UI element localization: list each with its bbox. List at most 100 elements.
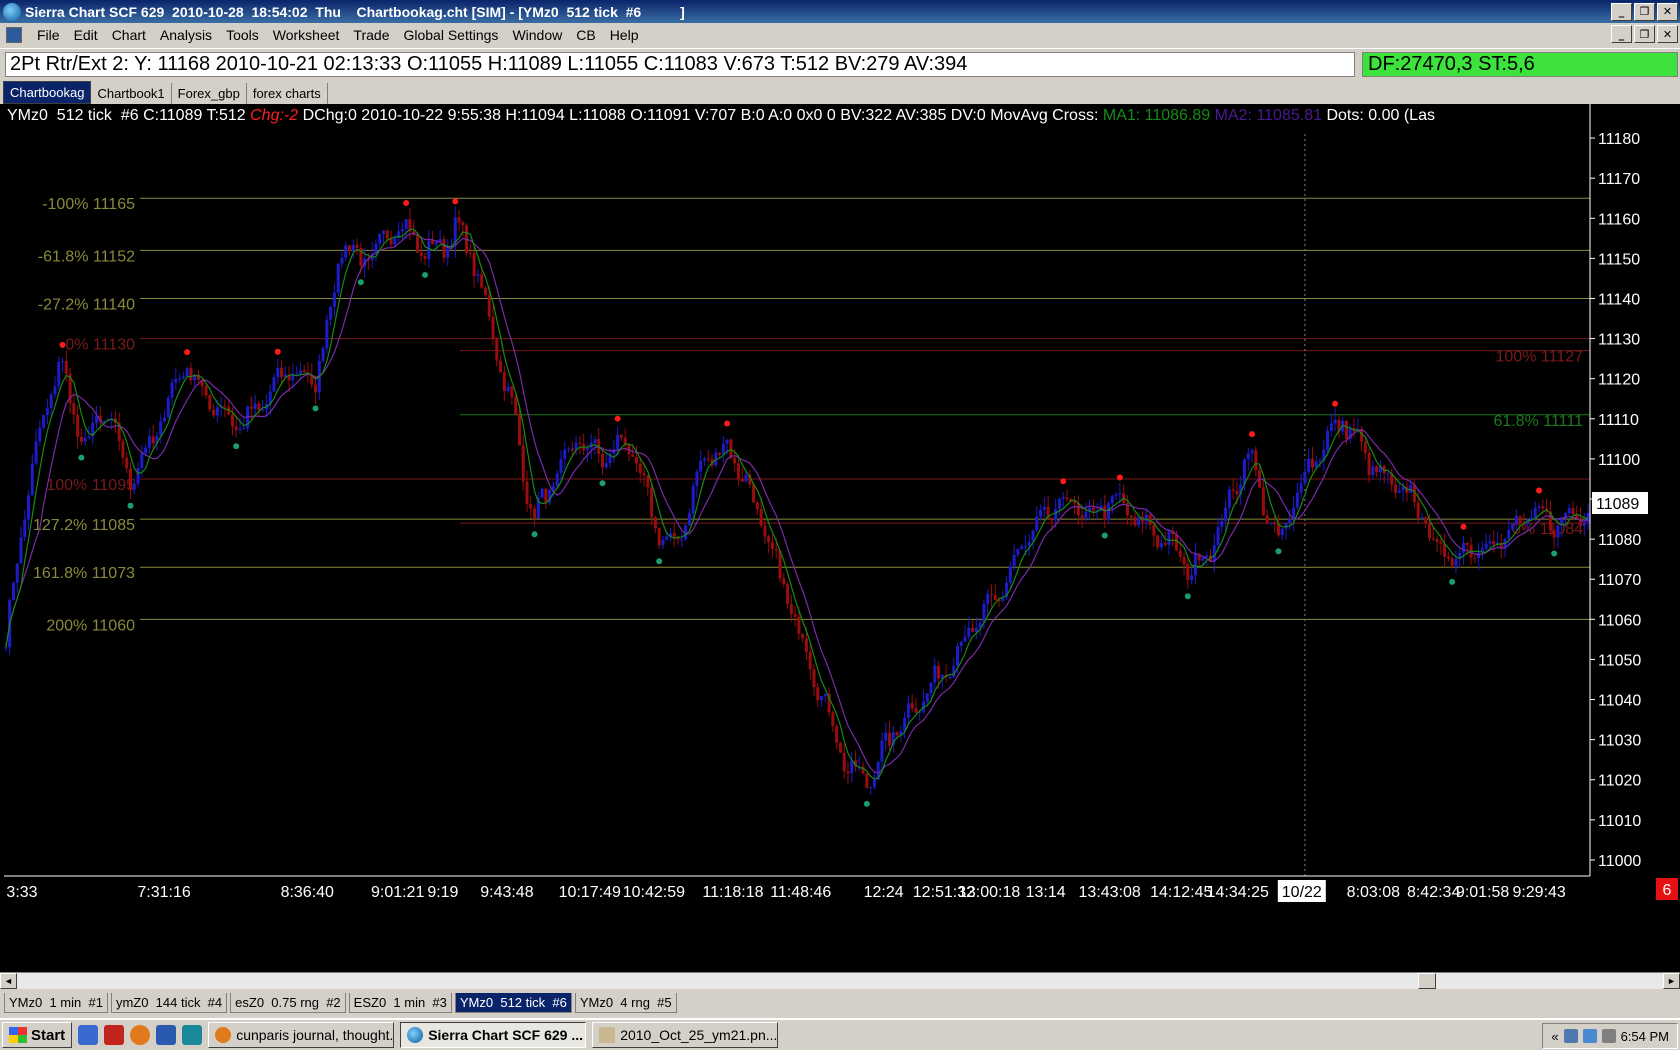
scroll-thumb[interactable] [1418,973,1436,989]
price-bar [1178,550,1182,557]
buy-signal-dot [1551,550,1558,557]
close-button[interactable]: ✕ [1657,2,1678,21]
menu-help[interactable]: Help [603,27,646,43]
clock[interactable]: 6:54 PM [1621,1029,1669,1044]
price-bar [49,394,53,409]
tray-app-icon[interactable] [1563,1029,1578,1043]
price-bar [1582,522,1586,526]
chart-tab-5[interactable]: YMz0 4 rng #5 [574,993,677,1013]
child-window-controls: _ ❐ ✕ [1611,25,1678,43]
price-bar [1507,529,1511,539]
header-tail: (Las [1404,107,1435,124]
show-desktop-icon[interactable] [78,1025,99,1045]
title-bar[interactable]: Sierra Chart SCF 629 2010-10-28 18:54:02… [0,0,1680,23]
firefox-icon[interactable] [130,1025,151,1045]
price-bar [1571,508,1575,515]
child-close-button[interactable]: ✕ [1657,25,1678,43]
chart-header: YMz0 512 tick #6 C:11089 T:512 Chg:-2 DC… [7,107,1435,124]
price-bar [381,230,386,234]
chart-area[interactable]: -100% 11165 -61.8% 11152 -27.2% 11140 0% 11… [0,104,1680,972]
price-bar [4,647,8,649]
price-bar [434,241,438,245]
price-bar [1326,430,1330,450]
price-axis[interactable]: 11180 11170 11160 11150 11140 11130 11120 11110… [1589,104,1680,972]
child-restore-button[interactable]: ❐ [1634,25,1655,43]
tool-info-bar: 2Pt Rtr/Ext 2: Y: 11168 2010-10-21 02:13… [0,48,1680,79]
price-bar [880,740,884,762]
start-button[interactable]: Start [2,1022,73,1048]
price-bar [295,373,299,375]
acrobat-icon[interactable] [104,1025,125,1045]
menu-window[interactable]: Window [505,27,569,43]
price-bars [4,206,1590,795]
time-axis[interactable]: 3:33 7:31:16 8:36:40 9:01:21 9:19 9:43:48 10:1… [4,875,1678,902]
price-bar [257,403,261,411]
menu-trade[interactable]: Trade [346,27,396,43]
price-bar [1303,471,1307,484]
sell-signal-dot [184,349,191,356]
shield-icon[interactable] [156,1025,177,1045]
chart-tab-4[interactable]: ymZ0 144 tick #4 [110,993,228,1013]
scroll-left-button[interactable]: ◄ [0,973,17,989]
menu-chart[interactable]: Chart [105,27,153,43]
chartbook-tab-forex-charts[interactable]: forex charts [247,83,328,104]
price-bar [963,636,967,642]
price-tick-label: 11180 [1598,131,1640,148]
horizontal-scrollbar[interactable]: ◄ ► [0,972,1680,989]
price-bar [529,504,533,509]
menu-file[interactable]: File [30,27,67,43]
price-chart[interactable]: -100% 11165 -61.8% 11152 -27.2% 11140 0% 11… [0,104,1680,972]
restore-button[interactable]: ❐ [1634,2,1655,21]
chart-tab-1[interactable]: YMz0 1 min #1 [4,993,108,1013]
task-firefox[interactable]: cunparis journal, thought... [208,1022,395,1048]
chart-tab-2[interactable]: esZ0 0.75 rng #2 [230,993,346,1013]
price-bar [1450,558,1454,566]
price-bar [631,454,635,458]
menu-analysis[interactable]: Analysis [153,27,219,43]
price-bar [1227,489,1231,508]
fib-level-label: 0% 11130 [65,337,135,354]
menu-cb[interactable]: CB [569,27,602,43]
minimize-button[interactable]: _ [1611,2,1632,21]
child-minimize-button[interactable]: _ [1611,25,1632,43]
menu-edit[interactable]: Edit [67,27,105,43]
price-bar [801,633,805,639]
network-status-icon[interactable] [1582,1029,1597,1043]
sell-signal-dot [724,420,731,427]
price-bar [234,426,238,431]
chartbook-tab-chartbookag[interactable]: Chartbookag [3,81,92,104]
task-sierra-chart[interactable]: Sierra Chart SCF 629 ... [400,1022,587,1048]
price-bar [1371,466,1375,476]
menu-global-settings[interactable]: Global Settings [396,27,505,43]
price-bar [151,436,155,444]
chart-tab-3[interactable]: ESZ0 1 min #3 [348,993,452,1013]
header-symbol: YMz0 512 tick #6 C:11089 T:512 [7,107,246,124]
header-ma2: MA2: 11085.81 [1215,107,1322,124]
volume-icon[interactable] [1601,1029,1616,1043]
document-icon[interactable] [6,27,22,43]
chartbook-tab-forex-gbp[interactable]: Forex_gbp [172,83,247,104]
chart-tab-6[interactable]: YMz0 512 tick #6 [454,993,572,1013]
task-image-file[interactable]: 2010_Oct_25_ym21.pn... [592,1022,779,1048]
menu-tools[interactable]: Tools [219,27,266,43]
price-bar [937,665,941,679]
network-icon[interactable] [182,1025,203,1045]
price-bar [1276,524,1280,536]
price-bar [1224,507,1228,521]
menu-worksheet[interactable]: Worksheet [266,27,347,43]
fib-level-label: 61.8% 11111 [1493,413,1583,430]
price-bar [321,348,325,361]
scroll-right-button[interactable]: ► [1663,973,1680,989]
chartbook-tab-chartbook1[interactable]: Chartbook1 [91,83,172,104]
price-bar [786,584,790,605]
price-bar [1012,554,1016,567]
price-bar [185,368,189,377]
tray-expand-button[interactable]: « [1551,1029,1558,1044]
price-bar [215,407,219,416]
price-bar [468,252,472,254]
buy-signal-dot [863,800,870,807]
sell-signal-dot [452,198,459,205]
price-bar [1231,489,1235,491]
price-bar [19,537,23,564]
sell-signal-dot [614,415,621,422]
